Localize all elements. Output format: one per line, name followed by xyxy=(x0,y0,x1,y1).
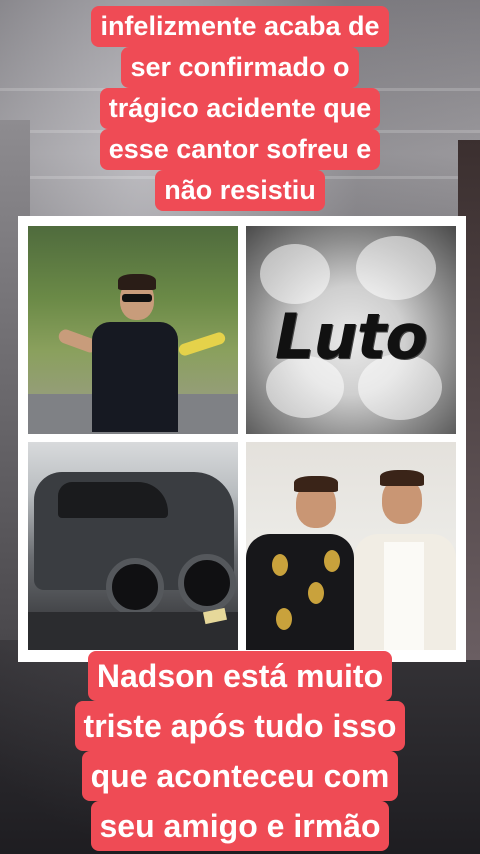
sunglasses xyxy=(122,294,152,302)
gold-pattern xyxy=(324,550,340,572)
gold-pattern xyxy=(272,554,288,576)
black-gold-jacket xyxy=(246,534,354,650)
white-shirt xyxy=(384,542,424,650)
bottom-caption-line: Nadson está muito xyxy=(87,651,393,701)
gold-pattern xyxy=(276,608,292,630)
right-man-hair xyxy=(380,470,424,486)
bottom-caption-line: seu amigo e irmão xyxy=(90,801,390,851)
hair xyxy=(118,274,156,290)
rose-petal xyxy=(356,236,436,300)
black-shirt xyxy=(92,322,178,432)
top-caption-line: trágico acidente que xyxy=(99,88,381,129)
top-caption-line: não resistiu xyxy=(155,170,325,211)
hose xyxy=(177,330,227,358)
mourning-flower-image: Luto xyxy=(246,226,456,434)
car-wheel xyxy=(178,554,236,612)
photo-collage: Luto xyxy=(18,216,466,662)
top-caption: infelizmente acaba de ser confirmado o t… xyxy=(0,6,480,211)
left-man-hair xyxy=(294,476,338,492)
gold-pattern xyxy=(308,582,324,604)
bottom-caption: Nadson está muito triste após tudo isso … xyxy=(0,651,480,851)
duo-photo xyxy=(246,442,456,650)
bottom-caption-line: triste após tudo isso xyxy=(74,701,406,751)
rose-petal xyxy=(260,244,330,304)
singer-photo xyxy=(28,226,238,434)
bottom-caption-line: que aconteceu com xyxy=(81,751,399,801)
top-caption-line: infelizmente acaba de xyxy=(91,6,389,47)
car-wheel xyxy=(106,558,164,616)
luto-label: Luto xyxy=(275,300,428,373)
wrecked-car-photo xyxy=(28,442,238,650)
top-caption-line: ser confirmado o xyxy=(121,47,359,88)
shattered-window xyxy=(58,482,168,518)
top-caption-line: esse cantor sofreu e xyxy=(99,129,381,170)
